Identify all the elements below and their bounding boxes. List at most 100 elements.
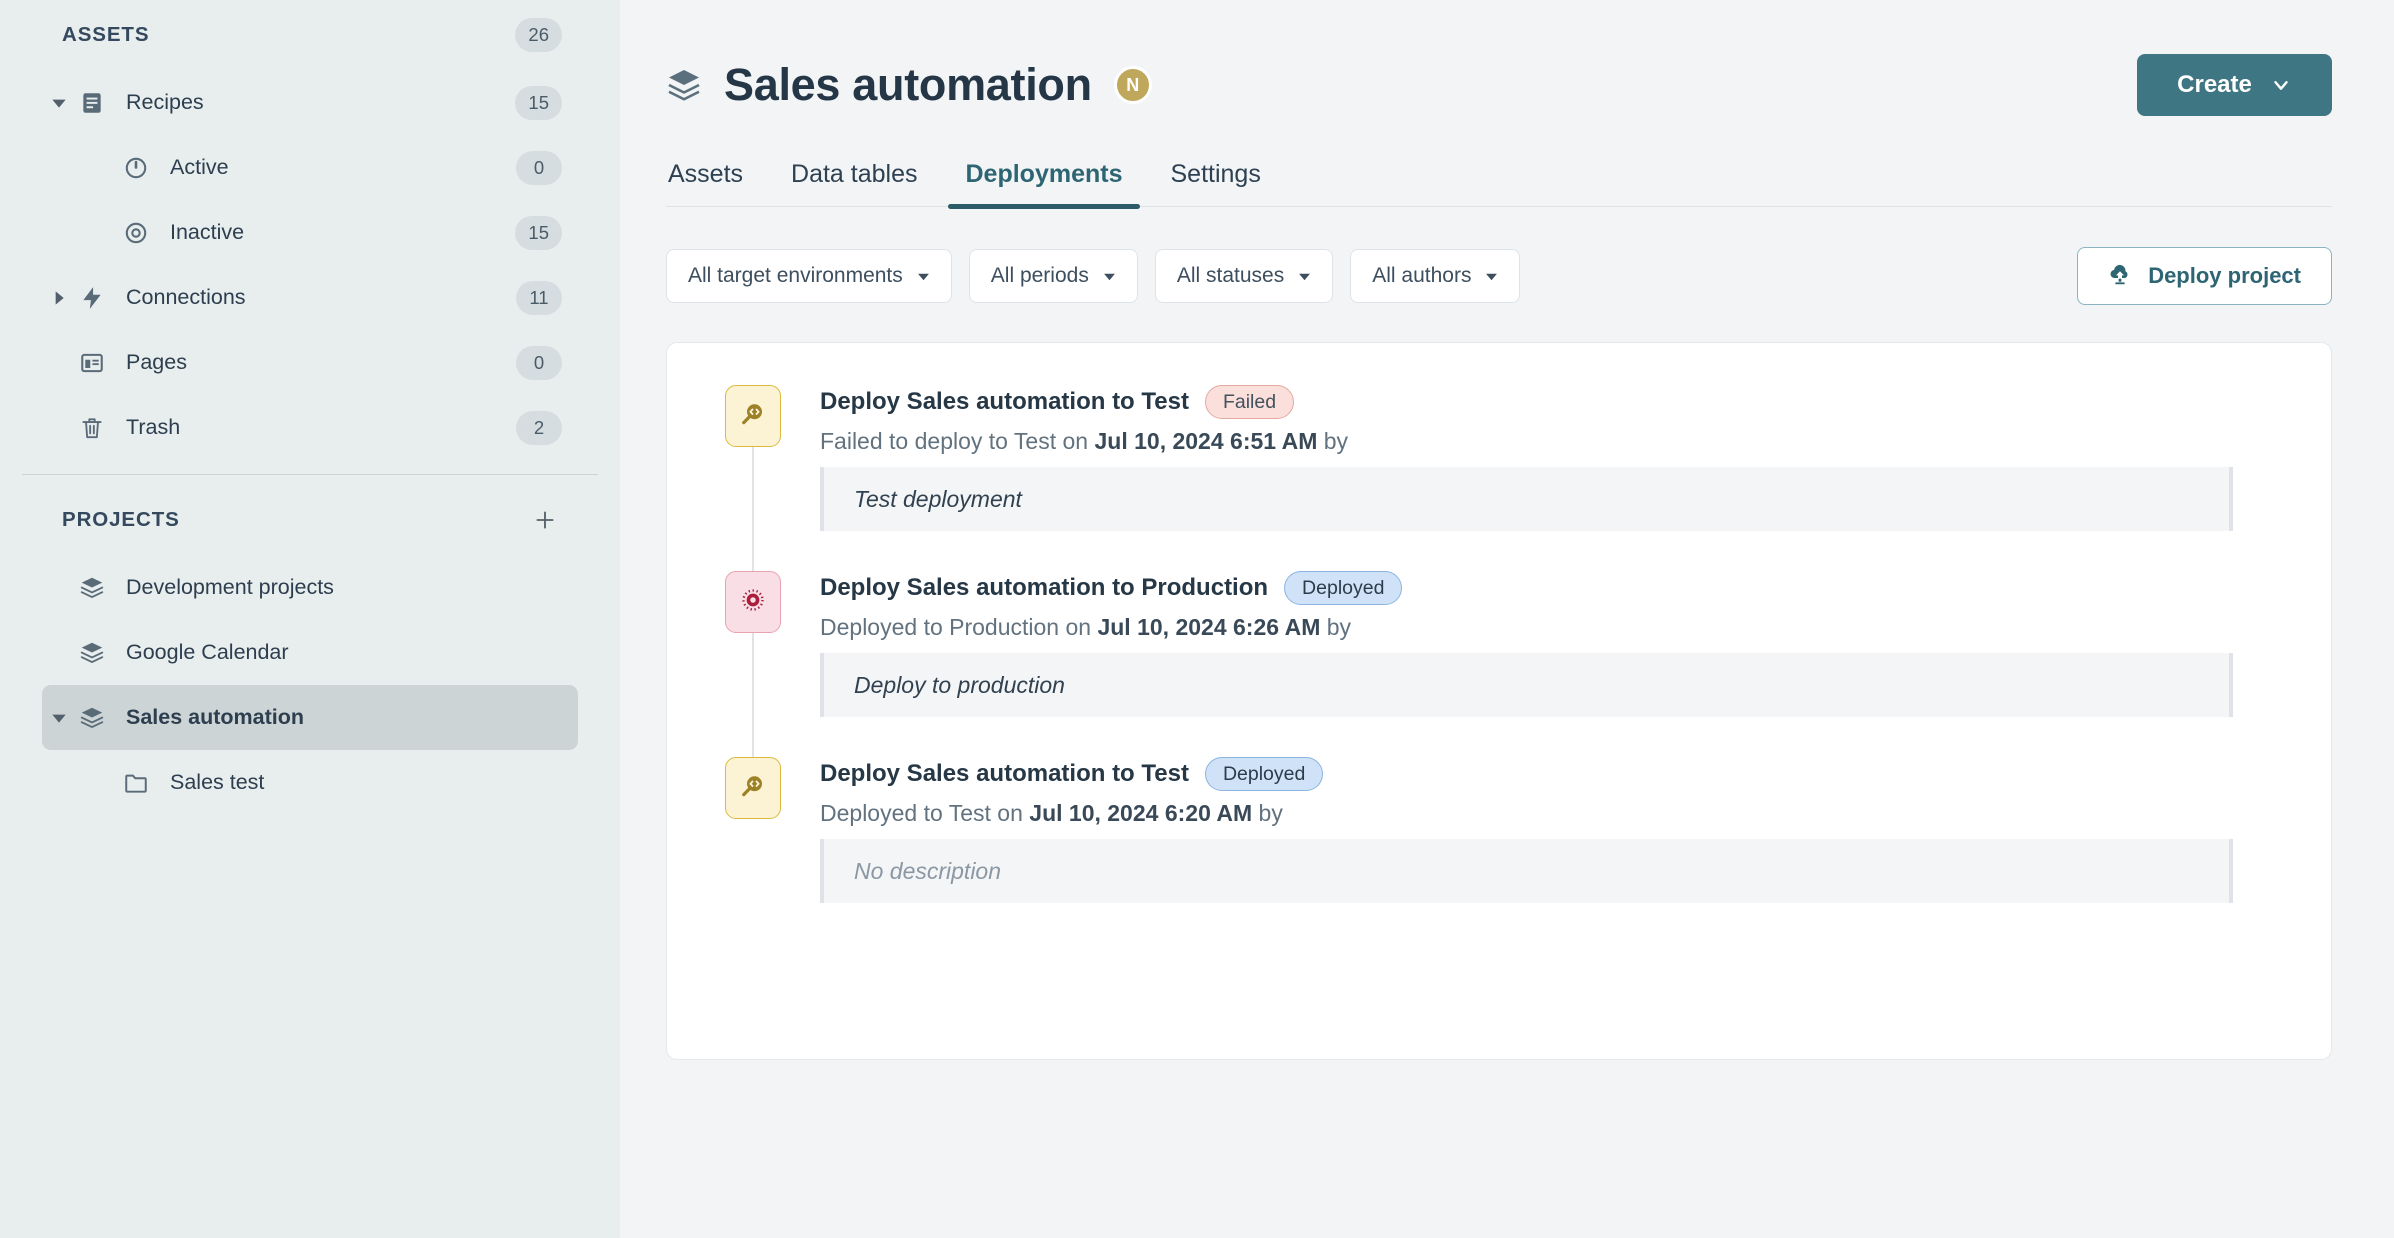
sidebar-item-label: Sales automation [126, 705, 305, 729]
code-search-icon [738, 399, 768, 434]
deployment-meta-suffix: by [1317, 428, 1349, 454]
deployment-meta-prefix: Deployed to Test on [820, 800, 1030, 826]
chevron-down-icon[interactable] [46, 710, 72, 726]
chevron-down-icon [1486, 273, 1498, 280]
sidebar-item-recipes[interactable]: Recipes 15 [42, 70, 578, 135]
sidebar-item-label: Active [170, 155, 229, 179]
deployment-description: Test deployment [820, 467, 2233, 531]
sidebar-item-development-projects[interactable]: Development projects [42, 555, 578, 620]
assets-section: ASSETS 26 Recipes 15 Active 0 Inactive 15 Conn… [0, 0, 620, 460]
sidebar-item-count: 0 [516, 150, 562, 185]
deployment-title-row: Deploy Sales automation to Production Dep… [820, 571, 2277, 605]
sidebar-item-pages[interactable]: Pages 0 [42, 330, 578, 395]
deployment-badge-column [725, 757, 781, 903]
assets-nav-list: Recipes 15 Active 0 Inactive 15 Connections 11 P… [42, 70, 578, 460]
deployment-item[interactable]: Deploy Sales automation to Test Failed Fai… [725, 385, 2277, 571]
avatar[interactable]: N [1113, 66, 1152, 104]
deployment-title: Deploy Sales automation to Test [820, 388, 1189, 415]
tab-label: Settings [1170, 160, 1261, 188]
pages-icon [72, 350, 112, 376]
sidebar-item-google-calendar[interactable]: Google Calendar [42, 620, 578, 685]
filter-all-statuses[interactable]: All statuses [1154, 249, 1334, 303]
sidebar-item-label: Trash [126, 415, 181, 439]
sidebar: ASSETS 26 Recipes 15 Active 0 Inactive 15 Conn… [0, 0, 620, 1238]
deployment-item[interactable]: Deploy Sales automation to Test Deployed D… [725, 757, 2277, 903]
tab-data-tables[interactable]: Data tables [767, 160, 941, 206]
sidebar-item-label: Recipes [126, 90, 204, 114]
project-icon [72, 575, 112, 601]
deploy-project-label: Deploy project [2148, 263, 2301, 288]
assets-label: ASSETS [62, 23, 150, 46]
sidebar-divider [22, 474, 598, 475]
deployment-meta-suffix: by [1320, 614, 1352, 640]
deployment-title: Deploy Sales automation to Production [820, 574, 1269, 601]
filter-bar: All target environments All periods All st… [666, 247, 2332, 305]
filter-all-periods[interactable]: All periods [968, 249, 1138, 303]
deployment-body: Deploy Sales automation to Production Dep… [781, 571, 2277, 717]
sidebar-item-sales-automation[interactable]: Sales automation [42, 685, 578, 750]
tab-assets[interactable]: Assets [666, 160, 767, 206]
filter-label: All target environments [688, 264, 903, 287]
sidebar-item-label: Connections [126, 285, 246, 309]
tab-settings[interactable]: Settings [1146, 160, 1284, 206]
tab-deployments[interactable]: Deployments [942, 160, 1147, 209]
tab-label: Assets [668, 160, 744, 188]
sidebar-item-label: Sales test [170, 770, 265, 794]
sidebar-item-connections[interactable]: Connections 11 [42, 265, 578, 330]
filter-all-target-environments[interactable]: All target environments [666, 249, 952, 303]
filter-label: All authors [1372, 264, 1472, 287]
chevron-right-icon[interactable] [46, 290, 72, 306]
deployment-title-row: Deploy Sales automation to Test Deployed [820, 757, 2277, 791]
chevron-down-icon [1299, 273, 1311, 280]
page-title: Sales automation [724, 59, 1092, 110]
tab-label: Data tables [791, 160, 918, 188]
deployment-body: Deploy Sales automation to Test Deployed D… [781, 757, 2277, 903]
production-target-icon [738, 585, 768, 620]
sidebar-item-count: 0 [516, 345, 562, 380]
deployment-meta-suffix: by [1252, 800, 1283, 826]
sidebar-item-trash[interactable]: Trash 2 [42, 395, 578, 460]
deployment-env-badge [725, 385, 781, 447]
deployment-item[interactable]: Deploy Sales automation to Production Dep… [725, 531, 2277, 757]
filter-group: All target environments All periods All st… [666, 249, 1521, 303]
filter-all-authors[interactable]: All authors [1350, 249, 1521, 303]
filter-label: All statuses [1176, 264, 1285, 287]
sidebar-item-count: 15 [515, 85, 562, 120]
deployment-timestamp: Jul 10, 2024 6:26 AM [1097, 614, 1321, 640]
sidebar-item-count: 15 [515, 215, 562, 250]
sidebar-item-count: 2 [516, 410, 562, 445]
deployment-badge-column [725, 385, 781, 571]
cloud-upload-icon [2110, 264, 2128, 285]
status-badge: Failed [1204, 385, 1295, 419]
sidebar-item-label: Development projects [126, 575, 334, 599]
deployment-description: No description [820, 839, 2233, 903]
sidebar-item-label: Pages [126, 350, 187, 374]
deployment-title: Deploy Sales automation to Test [820, 760, 1189, 787]
status-badge: Deployed [1204, 757, 1324, 791]
folder-icon [116, 770, 156, 796]
sidebar-item-active[interactable]: Active 0 [42, 135, 578, 200]
chevron-down-icon[interactable] [46, 95, 72, 111]
deploy-project-button[interactable]: Deploy project [2077, 247, 2332, 305]
sidebar-item-sales-test[interactable]: Sales test [42, 750, 578, 815]
tab-bar: Assets Data tables Deployments Settings [666, 160, 2332, 209]
sidebar-item-inactive[interactable]: Inactive 15 [42, 200, 578, 265]
add-project-button[interactable] [528, 503, 562, 537]
active-icon [116, 155, 156, 181]
project-icon [666, 67, 702, 103]
deployment-meta-prefix: Failed to deploy to Test on [820, 428, 1095, 454]
chevron-down-icon [2274, 81, 2288, 90]
app-root: ASSETS 26 Recipes 15 Active 0 Inactive 15 Conn… [0, 0, 2394, 1238]
projects-section-header: PROJECTS [42, 485, 578, 555]
deployment-meta-prefix: Deployed to Production on [820, 614, 1098, 640]
projects-nav-list: Development projects Google Calendar Sales… [42, 555, 578, 815]
deployment-timestamp: Jul 10, 2024 6:51 AM [1094, 428, 1318, 454]
projects-section: PROJECTS Development projects Google Cale… [0, 485, 620, 815]
deployment-badge-column [725, 531, 781, 757]
create-button[interactable]: Create [2137, 54, 2332, 116]
deployment-meta: Deployed to Production on Jul 10, 2024 6… [820, 614, 2277, 641]
connections-icon [72, 285, 112, 311]
recipes-icon [72, 90, 112, 116]
deployments-card: Deploy Sales automation to Test Failed Fai… [666, 342, 2332, 1060]
page-header: Sales automation N Create [666, 0, 2332, 116]
